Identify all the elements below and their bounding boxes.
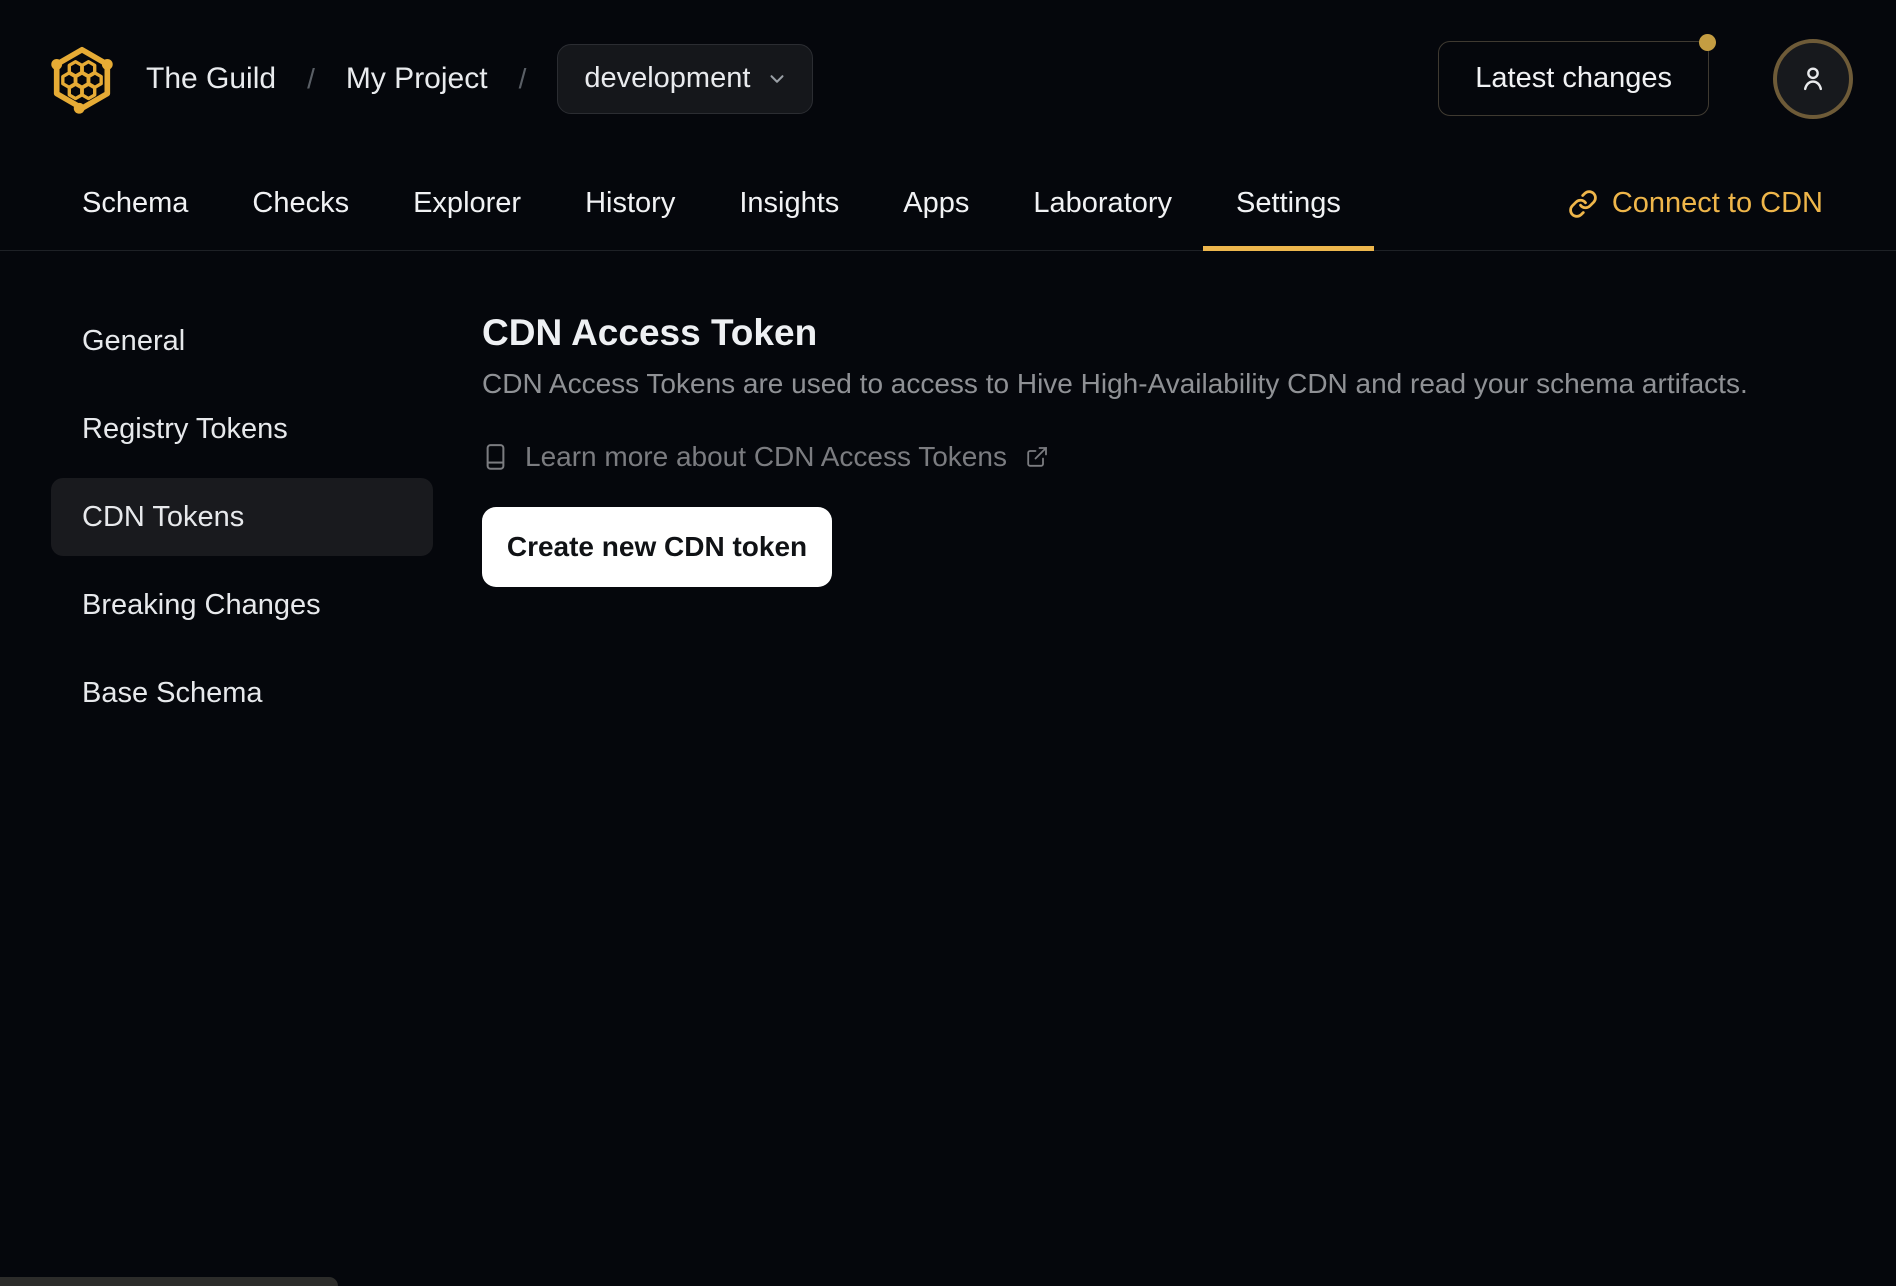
sidebar-item-breaking-changes[interactable]: Breaking Changes — [51, 566, 433, 644]
sidebar-item-base-schema[interactable]: Base Schema — [51, 654, 433, 732]
page-title: CDN Access Token — [482, 312, 818, 353]
bottom-widget-peek[interactable] — [0, 1277, 338, 1286]
user-avatar-button[interactable] — [1773, 38, 1853, 119]
link-icon — [1569, 189, 1597, 218]
tab-laboratory[interactable]: Laboratory — [1033, 157, 1172, 250]
tab-checks[interactable]: Checks — [252, 157, 349, 250]
book-icon — [486, 443, 505, 470]
breadcrumb-org[interactable]: The Guild — [146, 62, 276, 96]
tab-schema[interactable]: Schema — [82, 157, 188, 250]
tab-history[interactable]: History — [585, 157, 675, 250]
breadcrumb: The Guild / My Project / development — [146, 43, 814, 114]
external-link-icon — [1027, 447, 1047, 467]
create-cdn-token-button[interactable]: Create new CDN token — [482, 507, 832, 587]
user-icon — [1804, 66, 1822, 90]
settings-sidebar: General Registry Tokens CDN Tokens Break… — [0, 251, 433, 1286]
sidebar-item-cdn-tokens[interactable]: CDN Tokens — [51, 478, 433, 556]
connect-to-cdn-label: Connect to CDN — [1611, 187, 1823, 219]
header: The Guild / My Project / development Lat… — [0, 0, 1896, 157]
notification-dot — [1699, 34, 1716, 51]
project-tabbar: Schema Checks Explorer History Insights … — [0, 157, 1896, 251]
hive-honeycomb-logo-icon — [51, 46, 113, 114]
sidebar-item-general[interactable]: General — [51, 302, 433, 380]
page-description: CDN Access Tokens are used to access to … — [482, 368, 1748, 399]
settings-layout: General Registry Tokens CDN Tokens Break… — [0, 251, 1896, 1286]
latest-changes-label: Latest changes — [1475, 62, 1672, 94]
target-selector-dropdown[interactable]: development — [557, 43, 814, 114]
target-selector-value: development — [584, 62, 751, 94]
breadcrumb-separator: / — [307, 62, 315, 94]
tab-apps[interactable]: Apps — [903, 157, 969, 250]
sidebar-item-registry-tokens[interactable]: Registry Tokens — [51, 390, 433, 468]
settings-content: CDN Access Token CDN Access Tokens are u… — [433, 251, 1896, 1286]
tab-settings[interactable]: Settings — [1203, 157, 1374, 251]
breadcrumb-separator: / — [518, 62, 527, 94]
connect-to-cdn-link[interactable]: Connect to CDN — [1568, 187, 1823, 220]
breadcrumb-project[interactable]: My Project — [346, 62, 488, 96]
app-root: The Guild / My Project / development Lat… — [0, 0, 1896, 1286]
latest-changes-button[interactable]: Latest changes — [1438, 34, 1716, 116]
tab-explorer[interactable]: Explorer — [413, 157, 521, 250]
chevron-down-icon — [770, 74, 784, 83]
hive-logo[interactable] — [46, 43, 118, 115]
tab-insights[interactable]: Insights — [739, 157, 839, 250]
learn-more-link[interactable]: Learn more about CDN Access Tokens — [482, 441, 1049, 473]
learn-more-label: Learn more about CDN Access Tokens — [525, 441, 1007, 472]
